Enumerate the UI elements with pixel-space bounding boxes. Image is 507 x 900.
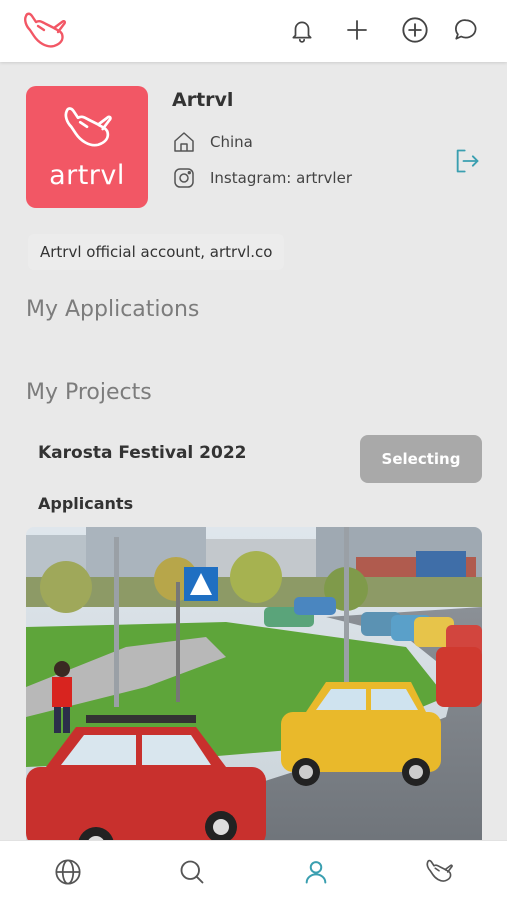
home-icon — [174, 132, 194, 152]
bell-icon[interactable] — [288, 16, 316, 44]
avatar-brand-text: artrvl — [49, 160, 125, 191]
instagram-icon — [174, 168, 194, 188]
location-text: China — [210, 133, 253, 151]
applicants-label: Applicants — [38, 494, 134, 513]
project-title[interactable]: Karosta Festival 2022 — [38, 443, 246, 463]
profile-page: artrvl Artrvl China Instagram: artrvler … — [0, 62, 507, 840]
plus-icon[interactable] — [343, 16, 371, 44]
chat-bubble-icon[interactable] — [452, 16, 480, 44]
project-photo[interactable] — [26, 527, 482, 840]
search-icon[interactable] — [177, 857, 207, 887]
profile-name: Artrvl — [172, 89, 234, 111]
selecting-status-button[interactable]: Selecting — [360, 435, 482, 483]
bio-text: Artrvl official account, artrvl.co — [28, 234, 285, 270]
app-logo-icon[interactable] — [20, 10, 68, 54]
top-bar — [0, 0, 507, 62]
location-row: China — [172, 130, 253, 154]
globe-icon[interactable] — [53, 857, 83, 887]
avatar: artrvl — [26, 86, 148, 208]
my-projects-heading: My Projects — [26, 380, 152, 405]
bottom-nav — [0, 840, 507, 900]
logout-icon[interactable] — [453, 147, 481, 175]
instagram-text[interactable]: Instagram: artrvler — [210, 169, 352, 187]
shaka-hand-icon[interactable] — [424, 857, 454, 887]
shaka-hand-icon — [64, 107, 112, 147]
instagram-row: Instagram: artrvler — [172, 166, 352, 190]
plus-circle-icon[interactable] — [401, 16, 429, 44]
profile-icon[interactable] — [301, 857, 331, 887]
my-applications-heading: My Applications — [26, 297, 200, 322]
